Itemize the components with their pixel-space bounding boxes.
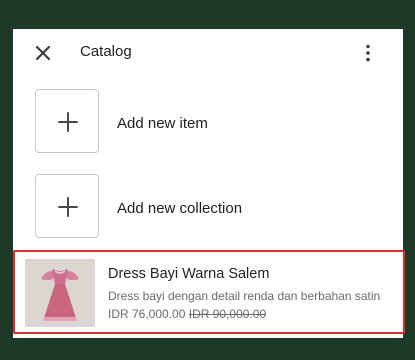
- add-item-tile: [35, 89, 99, 153]
- header: Catalog: [13, 29, 403, 77]
- pink-dress-image: [25, 259, 95, 327]
- more-vert-icon: [366, 44, 370, 62]
- close-icon: [35, 45, 51, 61]
- plus-icon: [58, 112, 78, 132]
- close-button[interactable]: [31, 41, 55, 65]
- add-new-item-label: Add new item: [117, 115, 208, 132]
- product-list-item[interactable]: Dress Bayi Warna Salem Dress bayi dengan…: [13, 250, 405, 334]
- add-new-collection-label: Add new collection: [117, 200, 243, 217]
- more-options-button[interactable]: [356, 41, 380, 65]
- product-thumbnail: [25, 259, 95, 327]
- add-new-item-button[interactable]: Add new item: [13, 89, 403, 159]
- add-new-collection-button[interactable]: Add new collection: [13, 174, 403, 244]
- product-old-price: IDR 90,000.00: [188, 307, 267, 321]
- product-name: Dress Bayi Warna Salem: [108, 266, 270, 282]
- plus-icon: [58, 197, 78, 217]
- page-title: Catalog: [80, 43, 132, 60]
- add-collection-tile: [35, 174, 99, 238]
- product-price-row: IDR 76,000.00 IDR 90,000.00: [108, 307, 266, 321]
- catalog-panel: Catalog Add new item Add new collection: [13, 29, 405, 338]
- product-price: IDR 76,000.00: [108, 307, 186, 321]
- product-description: Dress bayi dengan detail renda dan berba…: [108, 289, 381, 303]
